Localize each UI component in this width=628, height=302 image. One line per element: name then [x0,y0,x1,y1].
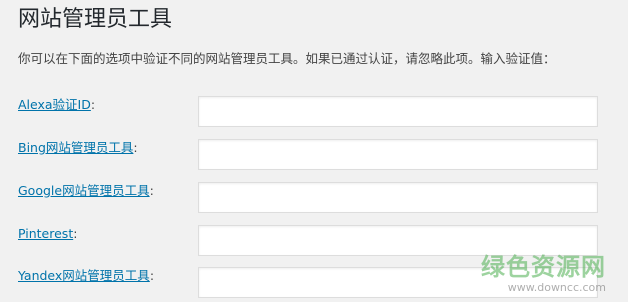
google-webmaster-input[interactable] [198,182,598,213]
bing-link[interactable]: Bing网站管理员工具 [18,140,133,155]
alexa-label: Alexa验证ID: [18,96,95,114]
pinterest-label-colon: : [73,226,78,241]
yandex-link[interactable]: Yandex网站管理员工具 [18,268,150,283]
yandex-label: Yandex网站管理员工具: [18,267,154,285]
alexa-link[interactable]: Alexa验证ID [18,97,91,112]
pinterest-link[interactable]: Pinterest [18,226,73,241]
webmaster-tools-settings: 网站管理员工具 你可以在下面的选项中验证不同的网站管理员工具。如果已通过认证，请… [0,0,628,302]
bing-label: Bing网站管理员工具: [18,139,138,157]
google-link[interactable]: Google网站管理员工具 [18,183,150,198]
pinterest-label: Pinterest: [18,225,77,243]
bing-row: Bing网站管理员工具: [0,139,628,170]
yandex-row: Yandex网站管理员工具: [0,267,628,298]
bing-label-colon: : [133,140,138,155]
google-row: Google网站管理员工具: [0,182,628,213]
alexa-label-colon: : [90,97,96,112]
alexa-row: Alexa验证ID: [0,96,628,127]
yandex-label-colon: : [149,268,155,283]
google-label: Google网站管理员工具: [18,182,154,200]
google-label-colon: : [149,183,154,198]
intro-text: 你可以在下面的选项中验证不同的网站管理员工具。如果已通过认证，请忽略此项。输入验… [18,51,556,66]
bing-webmaster-input[interactable] [198,139,598,170]
pinterest-row: Pinterest: [0,225,628,256]
pinterest-input[interactable] [198,225,598,256]
page-title: 网站管理员工具 [18,7,173,32]
yandex-webmaster-input[interactable] [198,267,598,298]
alexa-id-input[interactable] [198,96,598,127]
